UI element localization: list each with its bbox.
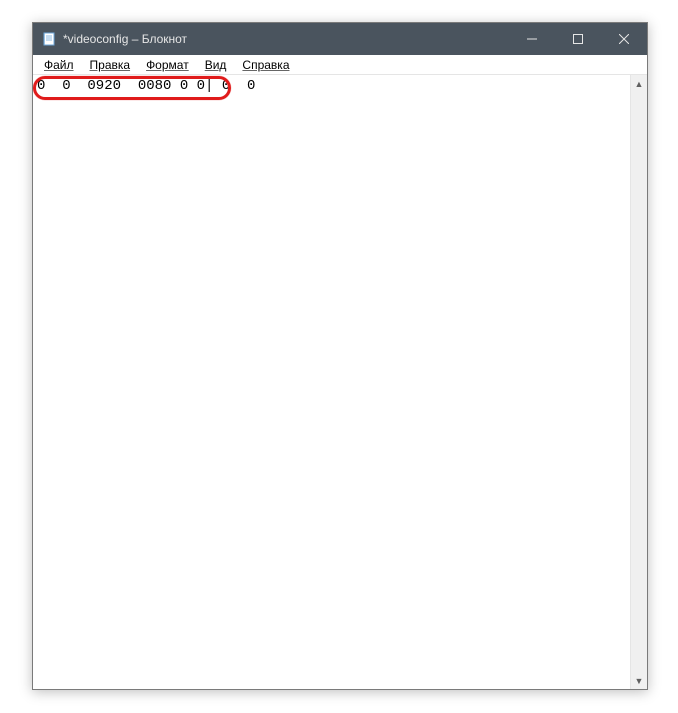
scroll-up-icon[interactable]: ▲ [631,75,647,92]
text-editor[interactable]: 0 0 0920 0080 0 0| 0 0 [33,75,630,689]
menu-format[interactable]: Формат [139,57,196,73]
titlebar[interactable]: *videoconfig – Блокнот [33,23,647,55]
maximize-button[interactable] [555,23,601,55]
scroll-down-icon[interactable]: ▼ [631,672,647,689]
editor-wrap: 0 0 0920 0080 0 0| 0 0 ▲ ▼ [33,75,647,689]
menu-view[interactable]: Вид [198,57,234,73]
menu-edit[interactable]: Правка [83,57,138,73]
menubar: Файл Правка Формат Вид Справка [33,55,647,75]
vertical-scrollbar[interactable]: ▲ ▼ [630,75,647,689]
menu-file[interactable]: Файл [37,57,81,73]
notepad-window: *videoconfig – Блокнот Файл Правка Форма… [32,22,648,690]
close-button[interactable] [601,23,647,55]
minimize-button[interactable] [509,23,555,55]
menu-help[interactable]: Справка [235,57,296,73]
notepad-icon [41,31,57,47]
window-controls [509,23,647,55]
window-title: *videoconfig – Блокнот [63,32,187,46]
